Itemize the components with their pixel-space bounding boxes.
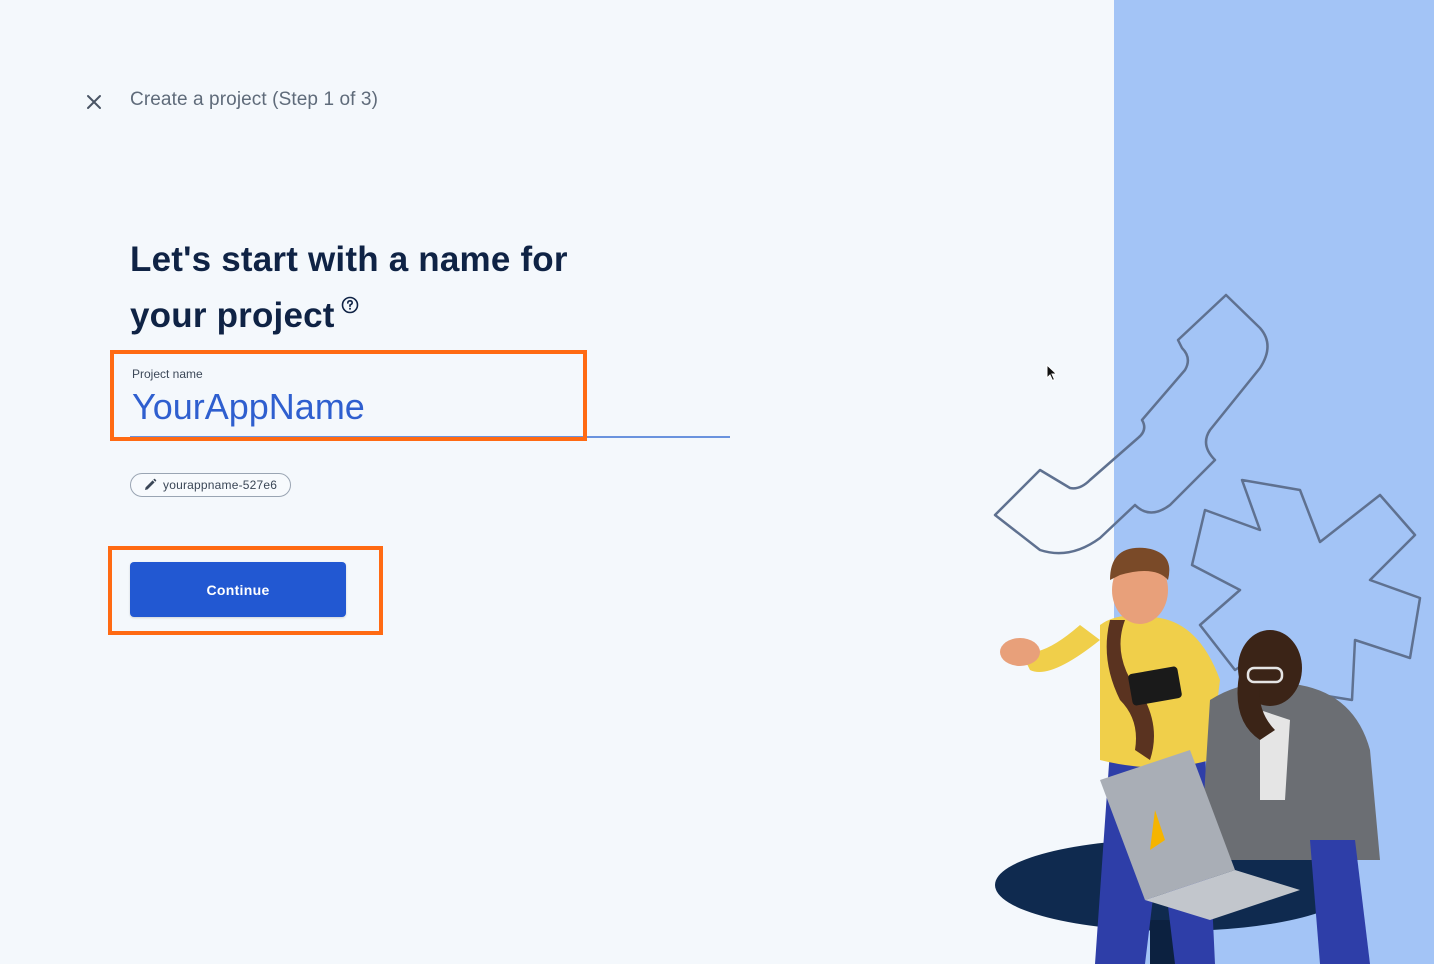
- create-project-page: Create a project (Step 1 of 3) Let's sta…: [0, 0, 1434, 964]
- mouse-cursor-icon: [1046, 364, 1058, 382]
- project-name-input[interactable]: [130, 384, 730, 430]
- people-illustration: [993, 293, 1422, 964]
- page-heading: Let's start with a name for your project: [130, 232, 610, 344]
- project-name-field: Project name: [130, 360, 730, 438]
- close-button[interactable]: [82, 90, 106, 114]
- step-title: Create a project (Step 1 of 3): [130, 89, 379, 110]
- close-icon: [87, 95, 101, 109]
- help-circle-icon[interactable]: [341, 296, 359, 314]
- project-id-text: yourappname-527e6: [163, 478, 278, 492]
- input-underline: [130, 436, 730, 438]
- continue-button[interactable]: Continue: [130, 562, 346, 617]
- pencil-icon: [143, 478, 157, 492]
- project-name-label: Project name: [132, 367, 203, 381]
- project-id-chip[interactable]: yourappname-527e6: [130, 473, 292, 497]
- heading-text: Let's start with a name for your project: [130, 240, 568, 335]
